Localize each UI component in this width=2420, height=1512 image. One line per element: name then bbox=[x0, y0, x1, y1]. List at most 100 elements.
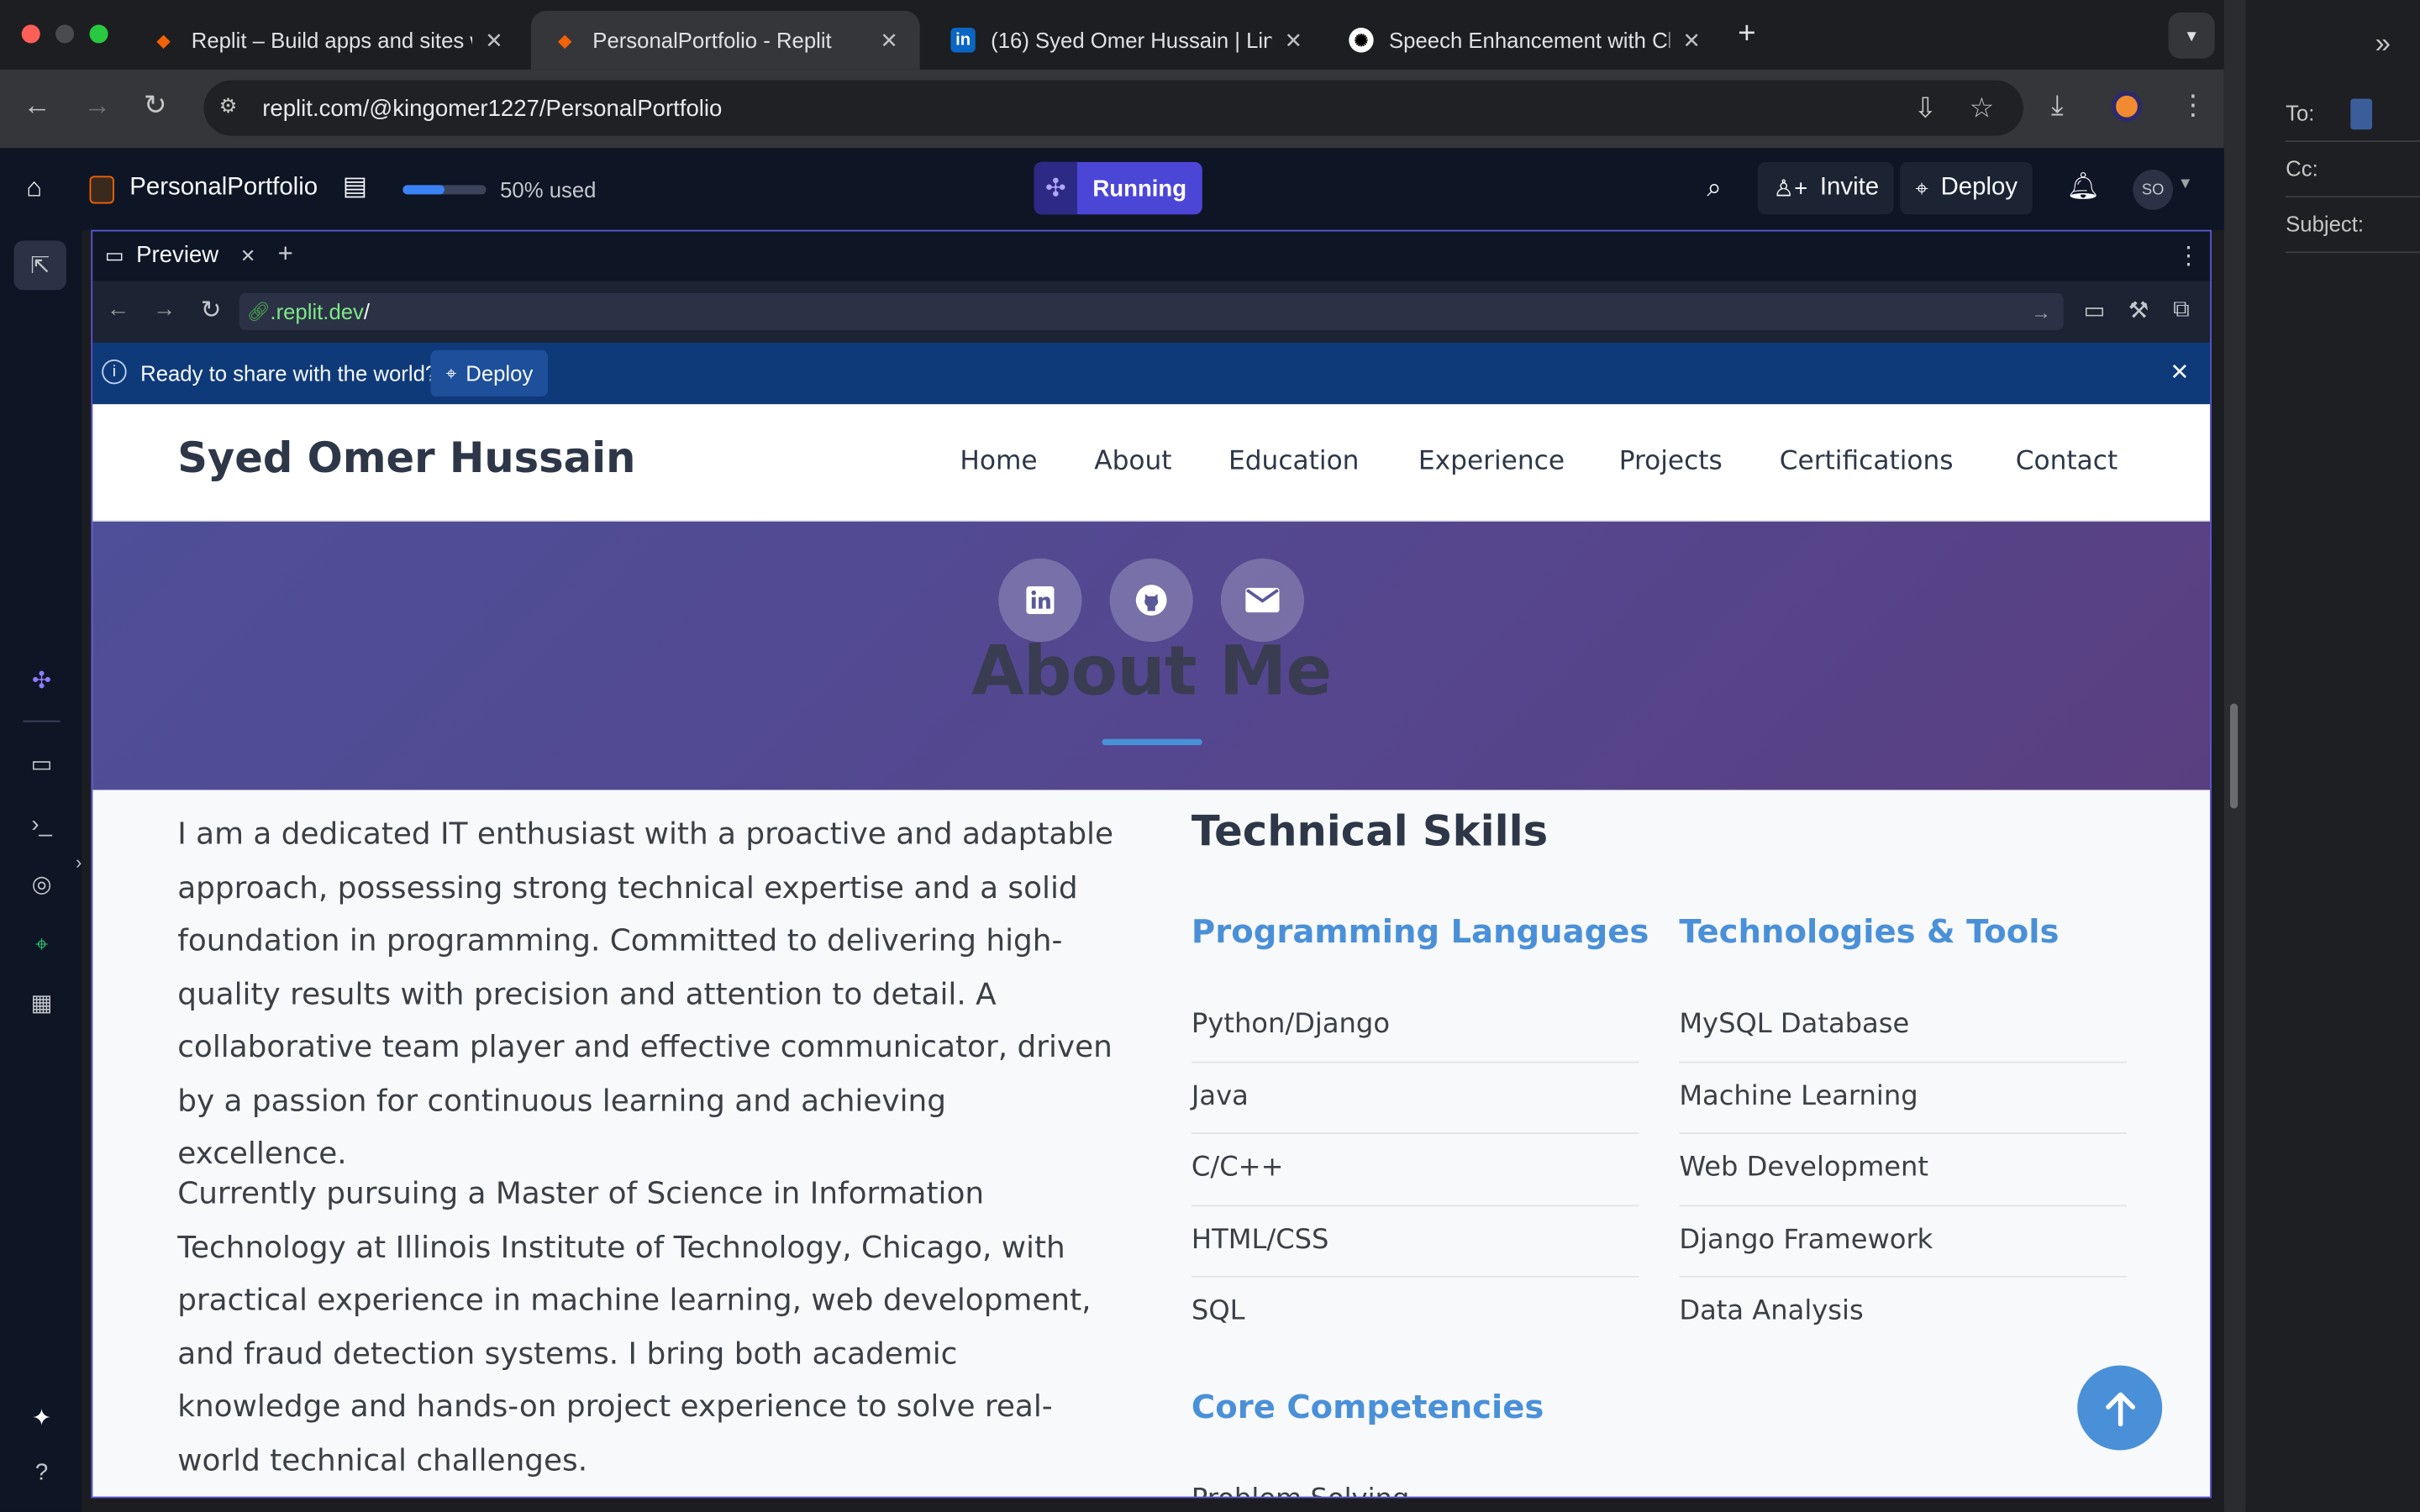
add-tab-icon[interactable]: + bbox=[278, 239, 293, 270]
preview-url-input[interactable]: 🔗︎ .replit.dev / → bbox=[239, 292, 2064, 331]
database-icon[interactable]: ◎ bbox=[26, 869, 57, 900]
back-arrow-icon[interactable]: ← bbox=[107, 297, 130, 323]
sparkle-icon[interactable]: ✦ bbox=[26, 1403, 57, 1434]
scrollbar[interactable] bbox=[2230, 703, 2238, 809]
tab-preview-label: Preview bbox=[136, 242, 219, 269]
help-icon[interactable]: ? bbox=[26, 1457, 57, 1488]
pane-menu-icon[interactable]: ⋮ bbox=[2176, 241, 2201, 272]
bell-icon[interactable]: 🔔︎ bbox=[2066, 171, 2100, 202]
nav-link-experience[interactable]: Experience bbox=[1418, 446, 1565, 477]
shell-icon[interactable]: ›_ bbox=[26, 808, 57, 839]
devtools-icon[interactable]: ⚒ bbox=[2128, 297, 2149, 323]
back-arrow-icon[interactable]: ← bbox=[24, 90, 51, 123]
browser-tab-replit-home[interactable]: ◆ Replit – Build apps and sites w ✕ bbox=[129, 11, 524, 70]
avatar-initials: SO bbox=[2141, 181, 2165, 199]
close-icon[interactable]: ✕ bbox=[2170, 358, 2189, 386]
url-path: / bbox=[363, 299, 371, 324]
bookmark-star-icon[interactable]: ☆ bbox=[1970, 92, 1995, 125]
run-status-button[interactable]: ✣ Running bbox=[1034, 161, 1202, 215]
about-paragraph-1: I am a dedicated IT enthusiast with a pr… bbox=[177, 816, 1114, 1172]
list-item: SQL bbox=[1191, 1295, 1245, 1327]
all-tools-icon[interactable]: ▦ bbox=[26, 987, 57, 1018]
expand-chevron-icon[interactable]: › bbox=[71, 847, 86, 878]
banner-deploy-button[interactable]: ⌖ Deploy bbox=[430, 349, 549, 397]
site-navbar: Syed Omer Hussain Home About Education E… bbox=[92, 404, 2211, 522]
browser-tab-speech-enhancement[interactable]: ✺ Speech Enhancement with Ch ✕ bbox=[1328, 11, 1723, 70]
forward-arrow-icon[interactable]: → bbox=[83, 90, 111, 123]
list-item: Data Analysis bbox=[1679, 1295, 1864, 1327]
maximize-window-button[interactable] bbox=[89, 24, 108, 44]
browser-toolbar: ← → ↻ ⚙ replit.com/@kingomer1227/Persona… bbox=[0, 69, 2224, 149]
new-tab-button[interactable]: + bbox=[1738, 17, 1755, 52]
list-item: Machine Learning bbox=[1679, 1063, 2127, 1134]
close-icon[interactable]: ✕ bbox=[240, 244, 255, 266]
list-item: Python/Django bbox=[1191, 990, 1639, 1063]
agent-icon[interactable]: ✣ bbox=[26, 665, 57, 696]
address-bar[interactable]: ⚙ replit.com/@kingomer1227/PersonalPortf… bbox=[203, 80, 2023, 136]
nav-link-home[interactable]: Home bbox=[960, 446, 1037, 477]
browser-tab-linkedin[interactable]: in (16) Syed Omer Hussain | Link ✕ bbox=[929, 11, 1324, 70]
browser-tab-personal-portfolio[interactable]: ◆ PersonalPortfolio - Replit ✕ bbox=[530, 10, 920, 70]
search-icon[interactable]: ⌕ bbox=[1707, 173, 1722, 204]
replit-agent-icon: ✣ bbox=[1034, 161, 1078, 215]
nav-link-certifications[interactable]: Certifications bbox=[1780, 446, 1954, 477]
deploy-button[interactable]: ⌖ Deploy bbox=[1899, 161, 2033, 215]
tab-search-button[interactable]: ▾ bbox=[2168, 12, 2215, 59]
close-icon[interactable]: ✕ bbox=[1682, 27, 1701, 53]
openai-icon: ✺ bbox=[1349, 28, 1374, 53]
invite-button[interactable]: ♙+ Invite bbox=[1758, 161, 1895, 215]
nav-link-education[interactable]: Education bbox=[1228, 446, 1359, 477]
go-arrow-icon[interactable]: → bbox=[2031, 300, 2051, 323]
webview-icon[interactable]: ▭ bbox=[26, 748, 57, 780]
database-icon[interactable]: ▤ bbox=[343, 171, 368, 202]
linkedin-icon: in bbox=[950, 28, 976, 53]
chevron-down-icon[interactable]: ▼ bbox=[2178, 176, 2193, 192]
tab-preview[interactable]: ▭ Preview ✕ bbox=[105, 242, 255, 268]
close-icon[interactable]: ✕ bbox=[880, 27, 898, 53]
site-brand[interactable]: Syed Omer Hussain bbox=[177, 435, 635, 483]
linkedin-link[interactable] bbox=[998, 558, 1082, 643]
email-link[interactable] bbox=[1220, 558, 1305, 643]
nav-link-projects[interactable]: Projects bbox=[1619, 446, 1723, 477]
devices-icon[interactable]: ▭ bbox=[2084, 297, 2106, 323]
cc-label: Cc: bbox=[2286, 155, 2318, 181]
avatar[interactable]: SO bbox=[2133, 170, 2174, 210]
divider bbox=[23, 720, 60, 722]
nav-link-contact[interactable]: Contact bbox=[2016, 446, 2118, 477]
arrow-up-icon bbox=[2105, 1391, 2135, 1426]
install-app-icon[interactable]: ⇩ bbox=[1914, 92, 1938, 125]
close-window-button[interactable] bbox=[21, 24, 40, 44]
home-icon[interactable]: ⌂ bbox=[26, 173, 42, 204]
scroll-to-top-button[interactable] bbox=[2077, 1365, 2163, 1451]
site-info-icon[interactable]: ⚙ bbox=[219, 94, 247, 122]
more-menu-icon[interactable]: ⋮ bbox=[2179, 90, 2207, 123]
collapse-icon[interactable]: » bbox=[2375, 28, 2391, 60]
nav-link-about[interactable]: About bbox=[1094, 446, 1171, 477]
deployments-icon[interactable]: ⌖ bbox=[26, 929, 57, 960]
invite-label: Invite bbox=[1819, 174, 1880, 201]
programming-languages-title: Programming Languages bbox=[1191, 913, 1649, 951]
list-item: C/C++ bbox=[1191, 1134, 1639, 1206]
portfolio-site: Syed Omer Hussain Home About Education E… bbox=[92, 404, 2211, 1497]
downloads-icon[interactable]: ⤓ bbox=[2051, 90, 2064, 123]
recipient-chip[interactable] bbox=[2350, 98, 2373, 130]
reload-icon[interactable]: ↻ bbox=[144, 90, 167, 123]
files-icon[interactable]: ⇱ bbox=[13, 240, 66, 291]
github-link[interactable] bbox=[1109, 558, 1193, 643]
close-icon[interactable]: ✕ bbox=[1285, 27, 1303, 53]
open-new-tab-icon[interactable]: ⧉ bbox=[2173, 297, 2190, 323]
deploy-banner: i Ready to share with the world? ⌖ Deplo… bbox=[92, 342, 2211, 405]
about-paragraph-2: Currently pursuing a Master of Science i… bbox=[177, 1175, 1092, 1478]
list-item: HTML/CSS bbox=[1191, 1205, 1639, 1278]
replit-header: ⌂ PersonalPortfolio ▤ 50% used ✣ Running… bbox=[0, 148, 2224, 230]
reload-icon[interactable]: ↻ bbox=[201, 295, 222, 326]
list-item: Problem Solving bbox=[1192, 1484, 1409, 1497]
technologies-tools-title: Technologies & Tools bbox=[1679, 913, 2060, 951]
divider bbox=[2286, 196, 2420, 198]
left-rail: ⇱ ✣ ▭ ›_ ◎ ⌖ ▦ › ✦ ? bbox=[0, 229, 82, 1512]
forward-arrow-icon[interactable]: → bbox=[153, 297, 176, 323]
profile-avatar-icon[interactable] bbox=[2111, 91, 2143, 123]
close-icon[interactable]: ✕ bbox=[485, 27, 503, 53]
project-name[interactable]: PersonalPortfolio bbox=[129, 175, 318, 202]
minimize-window-button[interactable] bbox=[55, 24, 75, 44]
